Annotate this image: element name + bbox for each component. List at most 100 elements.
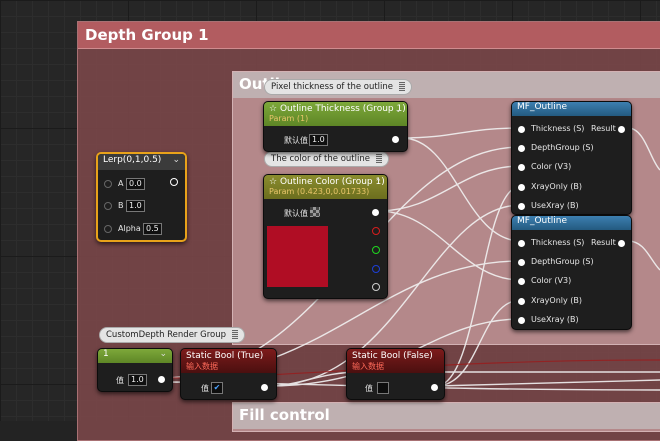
value-label: 值 <box>201 384 209 393</box>
node-title: Lerp(0,1,0.5) <box>103 155 162 165</box>
comment-title: Fill control <box>239 406 330 424</box>
comment-bubble-outline-color[interactable]: The color of the outline <box>264 151 389 167</box>
node-title: MF_Outline <box>517 216 568 226</box>
node-subtitle: 输入数据 <box>186 362 218 371</box>
node-header[interactable]: Lerp(0,1,0.5) ⌄ <box>98 154 185 170</box>
star-icon: ☆ <box>269 177 280 187</box>
pin-label-result: Result <box>591 124 616 133</box>
node-header[interactable]: ☆ Outline Color (Group 1) Param (0.423,0… <box>264 175 387 199</box>
comment-bubble-custom-depth[interactable]: CustomDepth Render Group <box>99 327 245 343</box>
node-header[interactable]: Static Bool (True) 输入数据 <box>181 349 276 373</box>
output-pin-a[interactable] <box>372 283 380 291</box>
node-subtitle: 输入数据 <box>352 362 384 371</box>
node-title: Static Bool (True) <box>186 351 264 361</box>
node-title: Static Bool (False) <box>352 351 433 361</box>
output-pin-result[interactable] <box>618 126 625 133</box>
input-pin-depthgroup[interactable] <box>518 259 525 266</box>
output-pin[interactable] <box>431 384 438 391</box>
input-pin-alpha[interactable] <box>104 225 112 233</box>
output-pin-result[interactable] <box>618 240 625 247</box>
output-pin[interactable] <box>158 376 165 383</box>
input-pin-thickness[interactable] <box>518 240 525 247</box>
pin-label: UseXray (B) <box>531 315 579 324</box>
node-header[interactable]: MF_Outline <box>512 216 631 230</box>
node-header[interactable]: MF_Outline <box>512 102 631 116</box>
alpha-value-field[interactable]: 0.5 <box>143 223 162 235</box>
pin-icon[interactable] <box>399 82 406 91</box>
pin-label: Thickness (S) <box>531 124 585 133</box>
node-header[interactable]: 1 ⌄ <box>98 349 172 363</box>
output-pin-rgb[interactable] <box>372 209 379 216</box>
chevron-down-icon[interactable]: ⌄ <box>394 105 402 115</box>
node-header[interactable]: Static Bool (False) 输入数据 <box>347 349 444 373</box>
comment-header[interactable]: Fill control <box>233 403 660 429</box>
comment-header[interactable]: Depth Group 1 <box>78 22 660 49</box>
pin-label-a: A <box>118 179 124 188</box>
pin-label-alpha: Alpha <box>118 224 141 233</box>
static-bool-false-node[interactable]: Static Bool (False) 输入数据 值 <box>346 348 445 400</box>
input-pin-usexray[interactable] <box>518 203 525 210</box>
pin-icon[interactable] <box>375 154 382 163</box>
constant-node[interactable]: 1 ⌄ 值 1.0 <box>97 348 173 392</box>
value-field[interactable]: 1.0 <box>128 374 147 386</box>
color-preview <box>267 226 328 287</box>
bubble-text: The color of the outline <box>271 154 370 164</box>
pin-icon[interactable] <box>232 330 238 339</box>
node-title: ☆ Outline Thickness (Group 1) <box>269 104 406 114</box>
b-value-field[interactable]: 1.0 <box>126 200 145 212</box>
value-label: 值 <box>116 376 124 385</box>
value-label: 值 <box>365 384 373 393</box>
default-value-field[interactable]: 1.0 <box>309 134 328 146</box>
pin-label: XrayOnly (B) <box>531 296 583 305</box>
chevron-up-icon[interactable]: ⌃ <box>374 178 382 188</box>
input-pin-color[interactable] <box>518 278 525 285</box>
node-title-text: Outline Color (Group 1) <box>279 177 385 187</box>
input-pin-thickness[interactable] <box>518 126 525 133</box>
mf-outline-node-1[interactable]: MF_Outline Thickness (S) Result DepthGro… <box>511 101 632 215</box>
node-subtitle: Param (0.423,0,0.01733) <box>269 187 370 196</box>
input-pin-xrayonly[interactable] <box>518 298 525 305</box>
default-value-label: 默认值 <box>284 136 308 145</box>
comment-title: Depth Group 1 <box>85 26 209 44</box>
mf-outline-node-2[interactable]: MF_Outline Thickness (S) Result DepthGro… <box>511 215 632 330</box>
pin-label-result: Result <box>591 238 616 247</box>
node-title: MF_Outline <box>517 102 568 112</box>
static-bool-true-node[interactable]: Static Bool (True) 输入数据 值 ✔ <box>180 348 277 400</box>
pin-label-b: B <box>118 201 124 210</box>
node-title: 1 <box>103 349 109 359</box>
pin-label: XrayOnly (B) <box>531 182 583 191</box>
pin-label: Color (V3) <box>531 162 572 171</box>
bubble-text: CustomDepth Render Group <box>106 330 226 340</box>
outline-color-param-node[interactable]: ☆ Outline Color (Group 1) Param (0.423,0… <box>263 174 388 299</box>
chevron-down-icon[interactable]: ⌄ <box>159 349 167 359</box>
input-pin-depthgroup[interactable] <box>518 145 525 152</box>
output-pin[interactable] <box>392 136 399 143</box>
value-checkbox[interactable] <box>377 382 389 394</box>
lerp-node[interactable]: Lerp(0,1,0.5) ⌄ A 0.0 B 1.0 Alpha 0.5 <box>96 152 187 242</box>
node-title: ☆ Outline Color (Group 1) <box>269 177 385 187</box>
output-pin-r[interactable] <box>372 227 380 235</box>
value-checkbox[interactable]: ✔ <box>211 382 223 394</box>
input-pin-color[interactable] <box>518 164 525 171</box>
star-icon: ☆ <box>269 104 280 114</box>
input-pin-a[interactable] <box>104 180 112 188</box>
output-pin-g[interactable] <box>372 246 380 254</box>
color-swatch-button[interactable] <box>310 207 320 217</box>
node-header[interactable]: ☆ Outline Thickness (Group 1) Param (1) … <box>264 102 407 126</box>
pin-label: DepthGroup (S) <box>531 143 594 152</box>
comment-fill-control[interactable]: Fill control <box>232 402 660 432</box>
node-subtitle: Param (1) <box>269 114 309 123</box>
bubble-text: Pixel thickness of the outline <box>271 82 394 92</box>
input-pin-b[interactable] <box>104 202 112 210</box>
output-pin-b[interactable] <box>372 265 380 273</box>
input-pin-xrayonly[interactable] <box>518 184 525 191</box>
comment-bubble-pixel-thickness[interactable]: Pixel thickness of the outline <box>264 79 413 95</box>
input-pin-usexray[interactable] <box>518 317 525 324</box>
pin-label: Color (V3) <box>531 276 572 285</box>
output-pin-result[interactable] <box>170 178 178 186</box>
output-pin[interactable] <box>261 384 268 391</box>
a-value-field[interactable]: 0.0 <box>126 178 145 190</box>
pin-label: DepthGroup (S) <box>531 257 594 266</box>
outline-thickness-param-node[interactable]: ☆ Outline Thickness (Group 1) Param (1) … <box>263 101 408 152</box>
chevron-down-icon[interactable]: ⌄ <box>172 155 180 165</box>
